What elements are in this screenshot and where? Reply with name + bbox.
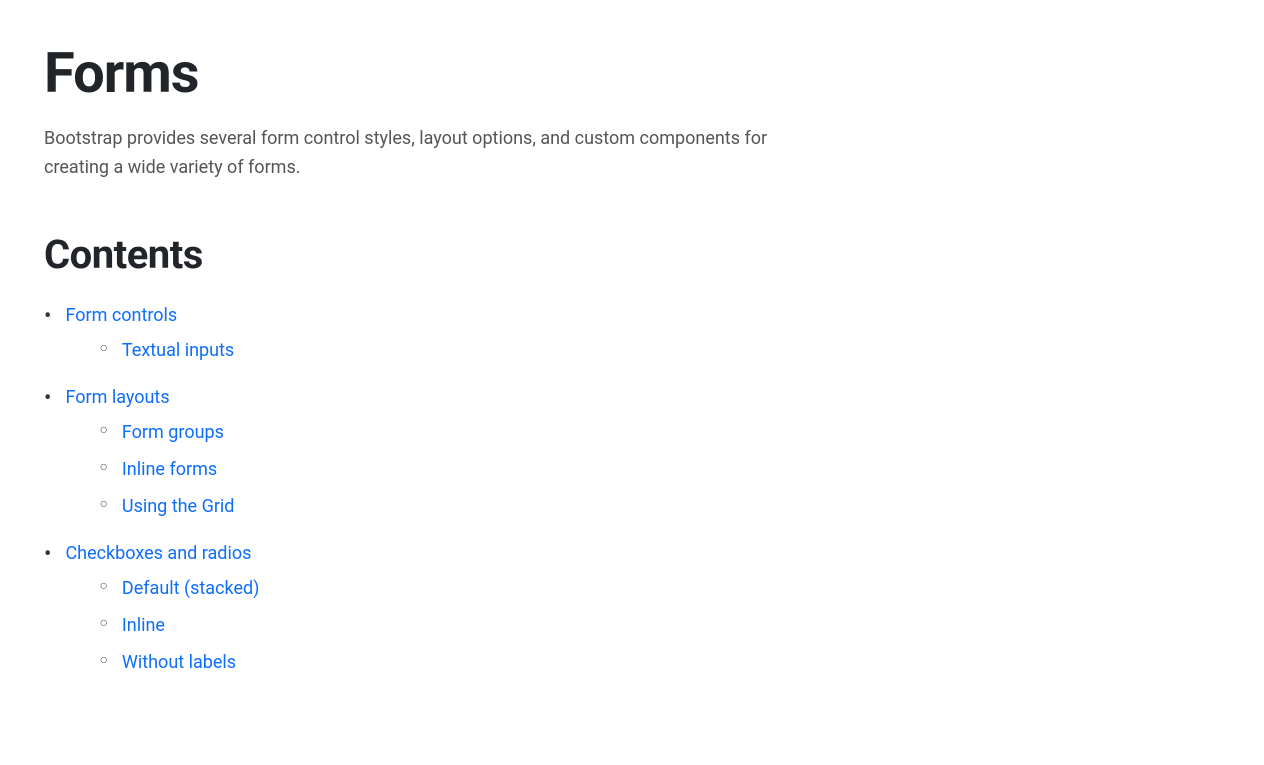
sub-bullet-icon: ○: [99, 456, 107, 478]
toc-sublink[interactable]: Inline: [122, 612, 165, 639]
sub-bullet-icon: ○: [99, 419, 107, 441]
toc-sublist: ○ Textual inputs: [99, 337, 234, 364]
toc-sublist: ○ Form groups ○ Inline forms ○ Using the Grid: [99, 419, 234, 520]
toc-list: • Form controls ○ Textual inputs • Form layou…: [44, 302, 1220, 686]
toc-subitem: ○ Using the Grid: [99, 493, 234, 520]
toc-item: • Form controls ○ Textual inputs: [44, 302, 1220, 374]
toc-subitem: ○ Inline: [99, 612, 259, 639]
toc-item-wrapper: Checkboxes and radios○Default (stacked)○…: [65, 540, 259, 686]
bullet-icon: •: [44, 384, 51, 415]
sub-bullet-icon: ○: [99, 612, 107, 634]
toc-sublink[interactable]: Without labels: [122, 649, 236, 676]
toc-link[interactable]: Form controls: [65, 305, 177, 326]
toc-sublink[interactable]: Textual inputs: [122, 337, 234, 364]
sub-bullet-icon: ○: [99, 337, 107, 359]
toc-link[interactable]: Checkboxes and radios: [65, 543, 251, 564]
toc-subitem: ○ Textual inputs: [99, 337, 234, 364]
toc-sublink[interactable]: Default (stacked): [122, 575, 260, 602]
toc-subitem: ○ Form groups: [99, 419, 234, 446]
bullet-icon: •: [44, 540, 51, 571]
bullet-icon: •: [44, 302, 51, 333]
sub-bullet-icon: ○: [99, 493, 107, 515]
sub-bullet-icon: ○: [99, 649, 107, 671]
toc-item: • Form layouts ○ Form groups ○ Inline forms ○ U…: [44, 384, 1220, 530]
toc-subitem: ○ Default (stacked): [99, 575, 259, 602]
toc-item-wrapper: Form controls ○ Textual inputs: [65, 302, 234, 374]
toc-sublist: ○ Default (stacked) ○ Inline ○ Without labels: [99, 575, 259, 676]
toc-subitem: ○ Inline forms: [99, 456, 234, 483]
page-description: Bootstrap provides several form control …: [44, 125, 824, 183]
contents-heading: Contents: [44, 231, 1220, 278]
sub-bullet-icon: ○: [99, 575, 107, 597]
toc-sublink[interactable]: Form groups: [122, 419, 224, 446]
toc-item: • Checkboxes and radios ○ Default (stacked)…: [44, 540, 1220, 686]
toc-sublink[interactable]: Inline forms: [122, 456, 217, 483]
page-title: Forms: [44, 40, 1220, 107]
toc-item-wrapper: Form layouts ○ Form groups ○ Inline forms ○ Us…: [65, 384, 234, 530]
toc-link[interactable]: Form layouts: [65, 387, 169, 408]
toc-sublink[interactable]: Using the Grid: [122, 493, 235, 520]
toc-subitem: ○ Without labels: [99, 649, 259, 676]
